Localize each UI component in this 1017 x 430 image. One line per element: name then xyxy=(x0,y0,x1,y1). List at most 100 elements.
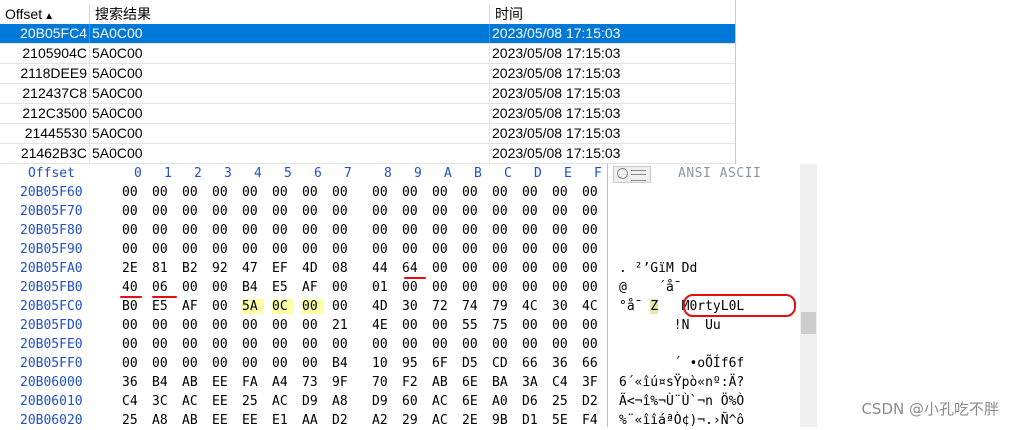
hex-byte[interactable]: 4D xyxy=(372,299,394,314)
hex-byte[interactable]: 00 xyxy=(432,204,454,219)
result-row[interactable]: 212C3500 5A0C00 2023/05/08 17:15:03 xyxy=(0,104,735,124)
hex-byte[interactable]: 00 xyxy=(462,261,484,276)
hex-byte[interactable]: BA xyxy=(492,375,514,390)
hex-byte[interactable]: B0 xyxy=(122,299,144,314)
hex-byte[interactable]: 00 xyxy=(402,204,424,219)
hex-row-offset[interactable]: 20B05F60 xyxy=(20,185,83,200)
ascii-text[interactable]: ´ •oÕÍf6f xyxy=(619,356,744,371)
hex-byte[interactable]: 72 xyxy=(432,299,454,314)
hex-byte[interactable]: 00 xyxy=(492,242,514,257)
hex-byte[interactable]: E5 xyxy=(272,280,294,295)
hex-byte[interactable]: 30 xyxy=(402,299,424,314)
hex-byte[interactable]: 3C xyxy=(152,394,174,409)
hex-byte[interactable]: E5 xyxy=(152,299,174,314)
hex-byte[interactable]: 00 xyxy=(302,337,324,352)
hex-byte[interactable]: 00 xyxy=(402,185,424,200)
hex-byte[interactable]: 00 xyxy=(212,299,234,314)
hex-byte[interactable]: 00 xyxy=(242,318,264,333)
hex-byte[interactable]: 25 xyxy=(552,394,574,409)
hex-row-offset[interactable]: 20B05FC0 xyxy=(20,299,83,314)
hex-byte[interactable]: 95 xyxy=(402,356,424,371)
hex-byte[interactable]: 00 xyxy=(372,204,394,219)
hex-byte[interactable]: A8 xyxy=(152,413,174,428)
hex-byte[interactable]: B4 xyxy=(332,356,354,371)
hex-byte[interactable]: 92 xyxy=(212,261,234,276)
hex-byte[interactable]: 00 xyxy=(212,185,234,200)
hex-byte[interactable]: 00 xyxy=(402,223,424,238)
hex-byte[interactable]: 6F xyxy=(432,356,454,371)
hex-byte[interactable]: 00 xyxy=(552,242,574,257)
hex-byte[interactable]: 00 xyxy=(372,242,394,257)
hex-row-offset[interactable]: 20B06000 xyxy=(20,375,83,390)
hex-byte[interactable]: D5 xyxy=(462,356,484,371)
hex-byte[interactable]: 10 xyxy=(372,356,394,371)
hex-byte[interactable]: 00 xyxy=(242,242,264,257)
hex-byte[interactable]: 00 xyxy=(302,242,324,257)
hex-row-offset[interactable]: 20B06020 xyxy=(20,413,83,428)
hex-byte[interactable]: 00 xyxy=(552,223,574,238)
hex-byte[interactable]: 00 xyxy=(272,356,294,371)
ascii-text[interactable]: %¨«îîáªÒ¢)¬.›Ñ^ô xyxy=(619,413,744,428)
hex-byte[interactable]: 00 xyxy=(552,318,574,333)
hex-byte[interactable]: 00 xyxy=(462,280,484,295)
crosshair-icon[interactable] xyxy=(613,166,651,183)
hex-byte[interactable]: 00 xyxy=(152,204,174,219)
hex-byte[interactable]: 25 xyxy=(122,413,144,428)
hex-byte[interactable]: 00 xyxy=(242,204,264,219)
column-header-result[interactable]: 搜索结果 xyxy=(90,4,490,24)
hex-byte[interactable]: 00 xyxy=(182,280,204,295)
hex-byte[interactable]: 00 xyxy=(152,356,174,371)
hex-byte[interactable]: 00 xyxy=(272,337,294,352)
hex-byte[interactable]: 01 xyxy=(372,280,394,295)
hex-row-offset[interactable]: 20B05FE0 xyxy=(20,337,83,352)
hex-byte[interactable]: 00 xyxy=(402,337,424,352)
hex-byte[interactable]: AC xyxy=(432,394,454,409)
hex-byte[interactable]: 00 xyxy=(402,242,424,257)
ascii-text[interactable]: Ä<¬î%¬Ù¨Ù`¬n Ö%Ò xyxy=(619,394,744,409)
hex-byte[interactable]: 60 xyxy=(402,394,424,409)
hex-byte[interactable]: 00 xyxy=(242,223,264,238)
hex-byte[interactable]: 4E xyxy=(372,318,394,333)
result-row[interactable]: 20B05FC4 5A0C00 2023/05/08 17:15:03 xyxy=(0,24,735,44)
hex-byte[interactable]: 00 xyxy=(492,204,514,219)
hex-byte[interactable]: 00 xyxy=(522,280,544,295)
hex-byte[interactable]: C4 xyxy=(122,394,144,409)
hex-row-offset[interactable]: 20B05FD0 xyxy=(20,318,83,333)
hex-byte[interactable]: 29 xyxy=(402,413,424,428)
hex-byte[interactable]: 00 xyxy=(302,204,324,219)
hex-byte[interactable]: 00 xyxy=(432,185,454,200)
hex-byte[interactable]: 00 xyxy=(582,223,604,238)
hex-byte[interactable]: 00 xyxy=(122,337,144,352)
result-row[interactable]: 21445530 5A0C00 2023/05/08 17:15:03 xyxy=(0,124,735,144)
hex-byte[interactable]: 3F xyxy=(582,375,604,390)
hex-byte[interactable]: 66 xyxy=(582,356,604,371)
hex-byte[interactable]: 00 xyxy=(212,318,234,333)
hex-byte[interactable]: 00 xyxy=(582,242,604,257)
hex-byte[interactable]: 00 xyxy=(302,185,324,200)
hex-byte[interactable]: EE xyxy=(212,394,234,409)
hex-byte[interactable]: AF xyxy=(302,280,324,295)
hex-byte[interactable]: 00 xyxy=(272,242,294,257)
hex-byte[interactable]: 4C xyxy=(522,299,544,314)
hex-byte[interactable]: A2 xyxy=(372,413,394,428)
hex-byte[interactable]: 9B xyxy=(492,413,514,428)
hex-byte[interactable]: B4 xyxy=(152,375,174,390)
hex-byte[interactable]: 00 xyxy=(582,185,604,200)
hex-byte[interactable]: A8 xyxy=(332,394,354,409)
hex-byte[interactable]: 36 xyxy=(122,375,144,390)
hex-byte[interactable]: 00 xyxy=(182,356,204,371)
hex-byte[interactable]: CD xyxy=(492,356,514,371)
result-row[interactable]: 2105904C 5A0C00 2023/05/08 17:15:03 xyxy=(0,44,735,64)
hex-byte[interactable]: 55 xyxy=(462,318,484,333)
hex-byte[interactable]: D1 xyxy=(522,413,544,428)
hex-byte[interactable]: 00 xyxy=(152,337,174,352)
hex-byte[interactable]: 00 xyxy=(402,280,424,295)
hex-byte[interactable]: 00 xyxy=(302,299,324,314)
hex-byte[interactable]: 08 xyxy=(332,261,354,276)
hex-byte[interactable]: 00 xyxy=(212,337,234,352)
hex-byte[interactable]: 00 xyxy=(302,356,324,371)
hex-byte[interactable]: 00 xyxy=(272,223,294,238)
result-row[interactable]: 212437C8 5A0C00 2023/05/08 17:15:03 xyxy=(0,84,735,104)
hex-byte[interactable]: 00 xyxy=(122,318,144,333)
hex-byte[interactable]: 00 xyxy=(552,280,574,295)
